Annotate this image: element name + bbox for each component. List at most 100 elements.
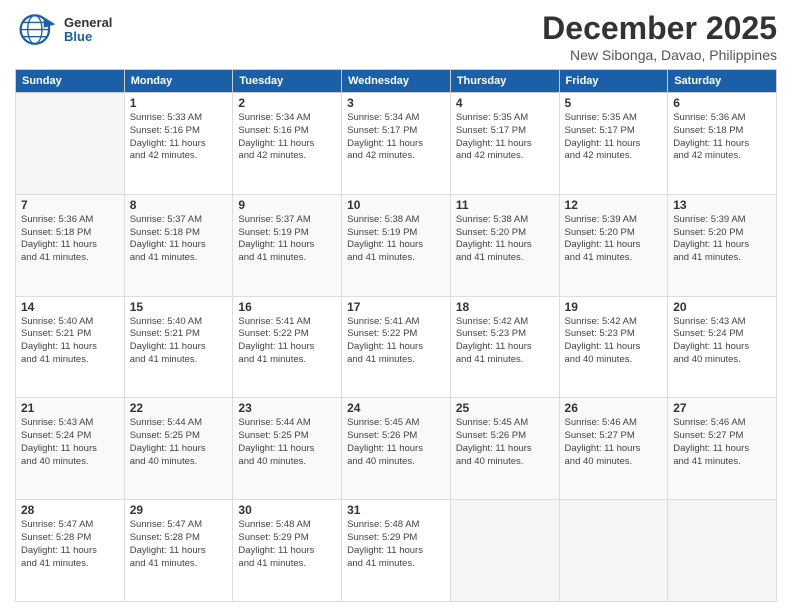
logo: General Blue: [15, 10, 112, 50]
day-number: 8: [130, 198, 228, 212]
day-cell: 3 Sunrise: 5:34 AMSunset: 5:17 PMDaylight…: [342, 93, 451, 195]
header-row: Sunday Monday Tuesday Wednesday Thursday…: [16, 70, 777, 93]
col-friday: Friday: [559, 70, 668, 93]
day-number: 4: [456, 96, 554, 110]
day-number: 14: [21, 300, 119, 314]
day-number: 28: [21, 503, 119, 517]
day-info: Sunrise: 5:44 AMSunset: 5:25 PMDaylight:…: [238, 417, 336, 468]
day-cell: 31 Sunrise: 5:48 AMSunset: 5:29 PMDayligh…: [342, 500, 451, 602]
logo-blue-text: Blue: [64, 30, 112, 44]
day-number: 7: [21, 198, 119, 212]
day-info: Sunrise: 5:48 AMSunset: 5:29 PMDaylight:…: [347, 519, 445, 570]
day-number: 10: [347, 198, 445, 212]
day-info: Sunrise: 5:34 AMSunset: 5:16 PMDaylight:…: [238, 112, 336, 163]
day-info: Sunrise: 5:38 AMSunset: 5:20 PMDaylight:…: [456, 214, 554, 265]
day-info: Sunrise: 5:47 AMSunset: 5:28 PMDaylight:…: [130, 519, 228, 570]
day-number: 5: [565, 96, 663, 110]
day-number: 15: [130, 300, 228, 314]
day-cell: 20Sunrise: 5:43 AMSunset: 5:24 PMDayligh…: [668, 296, 777, 398]
day-cell: 5 Sunrise: 5:35 AMSunset: 5:17 PMDaylight…: [559, 93, 668, 195]
day-cell: 8 Sunrise: 5:37 AMSunset: 5:18 PMDaylight…: [124, 194, 233, 296]
day-cell: [559, 500, 668, 602]
day-number: 3: [347, 96, 445, 110]
day-cell: 23 Sunrise: 5:44 AMSunset: 5:25 PMDayligh…: [233, 398, 342, 500]
day-cell: 21 Sunrise: 5:43 AMSunset: 5:24 PMDayligh…: [16, 398, 125, 500]
day-number: 19: [565, 300, 663, 314]
day-info: Sunrise: 5:46 AMSunset: 5:27 PMDaylight:…: [565, 417, 663, 468]
week-row-3: 21 Sunrise: 5:43 AMSunset: 5:24 PMDayligh…: [16, 398, 777, 500]
day-number: 16: [238, 300, 336, 314]
day-number: 22: [130, 401, 228, 415]
day-number: 13: [673, 198, 771, 212]
day-cell: 2 Sunrise: 5:34 AMSunset: 5:16 PMDaylight…: [233, 93, 342, 195]
day-info: Sunrise: 5:47 AMSunset: 5:28 PMDaylight:…: [21, 519, 119, 570]
day-number: 6: [673, 96, 771, 110]
day-cell: 9 Sunrise: 5:37 AMSunset: 5:19 PMDaylight…: [233, 194, 342, 296]
day-cell: 19 Sunrise: 5:42 AMSunset: 5:23 PMDayligh…: [559, 296, 668, 398]
col-thursday: Thursday: [450, 70, 559, 93]
day-number: 21: [21, 401, 119, 415]
day-number: 30: [238, 503, 336, 517]
day-info: Sunrise: 5:35 AMSunset: 5:17 PMDaylight:…: [456, 112, 554, 163]
day-cell: 15 Sunrise: 5:40 AMSunset: 5:21 PMDayligh…: [124, 296, 233, 398]
header: General Blue December 2025 New Sibonga, …: [15, 10, 777, 63]
col-tuesday: Tuesday: [233, 70, 342, 93]
col-sunday: Sunday: [16, 70, 125, 93]
day-number: 9: [238, 198, 336, 212]
day-number: 31: [347, 503, 445, 517]
day-info: Sunrise: 5:41 AMSunset: 5:22 PMDaylight:…: [238, 316, 336, 367]
day-info: Sunrise: 5:39 AMSunset: 5:20 PMDaylight:…: [565, 214, 663, 265]
day-number: 11: [456, 198, 554, 212]
logo-general-text: General: [64, 16, 112, 30]
day-cell: 7 Sunrise: 5:36 AMSunset: 5:18 PMDaylight…: [16, 194, 125, 296]
week-row-0: 1Sunrise: 5:33 AMSunset: 5:16 PMDaylight…: [16, 93, 777, 195]
calendar-table: Sunday Monday Tuesday Wednesday Thursday…: [15, 69, 777, 602]
day-cell: [450, 500, 559, 602]
day-cell: 25 Sunrise: 5:45 AMSunset: 5:26 PMDayligh…: [450, 398, 559, 500]
day-number: 1: [130, 96, 228, 110]
day-number: 23: [238, 401, 336, 415]
day-info: Sunrise: 5:43 AMSunset: 5:24 PMDaylight:…: [673, 316, 771, 367]
day-cell: 29Sunrise: 5:47 AMSunset: 5:28 PMDayligh…: [124, 500, 233, 602]
day-info: Sunrise: 5:45 AMSunset: 5:26 PMDaylight:…: [456, 417, 554, 468]
day-info: Sunrise: 5:40 AMSunset: 5:21 PMDaylight:…: [130, 316, 228, 367]
col-monday: Monday: [124, 70, 233, 93]
day-number: 24: [347, 401, 445, 415]
day-cell: 18Sunrise: 5:42 AMSunset: 5:23 PMDayligh…: [450, 296, 559, 398]
day-info: Sunrise: 5:45 AMSunset: 5:26 PMDaylight:…: [347, 417, 445, 468]
day-info: Sunrise: 5:48 AMSunset: 5:29 PMDaylight:…: [238, 519, 336, 570]
title-block: December 2025 New Sibonga, Davao, Philip…: [542, 10, 777, 63]
week-row-4: 28 Sunrise: 5:47 AMSunset: 5:28 PMDayligh…: [16, 500, 777, 602]
day-cell: 30 Sunrise: 5:48 AMSunset: 5:29 PMDayligh…: [233, 500, 342, 602]
day-info: Sunrise: 5:46 AMSunset: 5:27 PMDaylight:…: [673, 417, 771, 468]
day-info: Sunrise: 5:36 AMSunset: 5:18 PMDaylight:…: [21, 214, 119, 265]
day-info: Sunrise: 5:37 AMSunset: 5:18 PMDaylight:…: [130, 214, 228, 265]
day-info: Sunrise: 5:38 AMSunset: 5:19 PMDaylight:…: [347, 214, 445, 265]
day-cell: 1Sunrise: 5:33 AMSunset: 5:16 PMDaylight…: [124, 93, 233, 195]
day-cell: 24 Sunrise: 5:45 AMSunset: 5:26 PMDayligh…: [342, 398, 451, 500]
day-cell: [16, 93, 125, 195]
day-cell: 14 Sunrise: 5:40 AMSunset: 5:21 PMDayligh…: [16, 296, 125, 398]
day-info: Sunrise: 5:43 AMSunset: 5:24 PMDaylight:…: [21, 417, 119, 468]
day-number: 27: [673, 401, 771, 415]
day-cell: 13 Sunrise: 5:39 AMSunset: 5:20 PMDayligh…: [668, 194, 777, 296]
day-number: 12: [565, 198, 663, 212]
day-number: 18: [456, 300, 554, 314]
day-number: 2: [238, 96, 336, 110]
day-info: Sunrise: 5:34 AMSunset: 5:17 PMDaylight:…: [347, 112, 445, 163]
day-info: Sunrise: 5:40 AMSunset: 5:21 PMDaylight:…: [21, 316, 119, 367]
month-title: December 2025: [542, 10, 777, 47]
day-info: Sunrise: 5:37 AMSunset: 5:19 PMDaylight:…: [238, 214, 336, 265]
day-cell: 17Sunrise: 5:41 AMSunset: 5:22 PMDayligh…: [342, 296, 451, 398]
day-info: Sunrise: 5:39 AMSunset: 5:20 PMDaylight:…: [673, 214, 771, 265]
col-wednesday: Wednesday: [342, 70, 451, 93]
day-cell: 6 Sunrise: 5:36 AMSunset: 5:18 PMDaylight…: [668, 93, 777, 195]
day-number: 25: [456, 401, 554, 415]
day-cell: [668, 500, 777, 602]
location-subtitle: New Sibonga, Davao, Philippines: [542, 47, 777, 63]
day-number: 17: [347, 300, 445, 314]
day-info: Sunrise: 5:35 AMSunset: 5:17 PMDaylight:…: [565, 112, 663, 163]
day-info: Sunrise: 5:36 AMSunset: 5:18 PMDaylight:…: [673, 112, 771, 163]
day-info: Sunrise: 5:42 AMSunset: 5:23 PMDaylight:…: [565, 316, 663, 367]
day-cell: 16 Sunrise: 5:41 AMSunset: 5:22 PMDayligh…: [233, 296, 342, 398]
